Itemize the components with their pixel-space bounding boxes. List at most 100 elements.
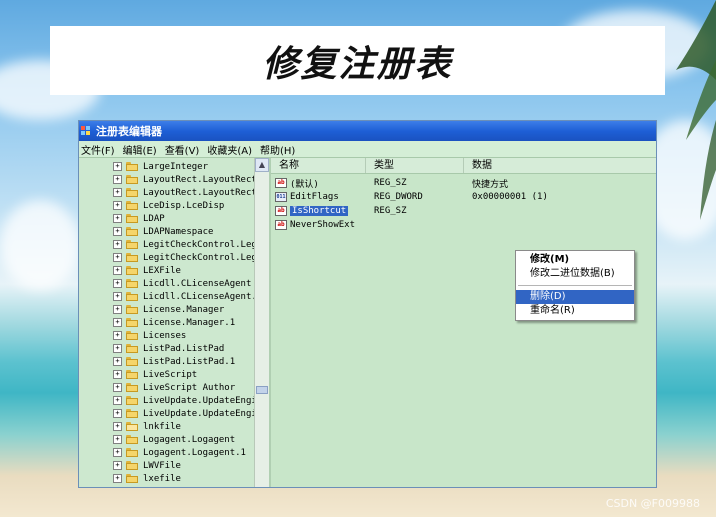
tree-item[interactable]: + Logagent.Logagent xyxy=(79,433,269,446)
expand-icon[interactable]: + xyxy=(113,331,122,340)
tree-item-label: LDAP xyxy=(143,213,165,224)
value-name: IsShortcut xyxy=(290,206,349,216)
tree-item-label: LegitCheckControl.Legit xyxy=(143,252,268,263)
context-item-rename[interactable]: 重命名(R) xyxy=(516,304,634,318)
tree-item[interactable]: + LiveScript Author xyxy=(79,381,269,394)
expand-icon[interactable]: + xyxy=(113,175,122,184)
expand-icon[interactable]: + xyxy=(113,305,122,314)
expand-icon[interactable]: + xyxy=(113,318,122,327)
tree-item[interactable]: + LiveScript xyxy=(79,368,269,381)
palm-leaves xyxy=(676,0,716,220)
tree-item-label: Licdll.CLicenseAgent xyxy=(143,278,252,289)
folder-icon xyxy=(126,175,138,184)
tree-item-label: LayoutRect.LayoutRect.1 xyxy=(143,187,268,198)
expand-icon[interactable]: + xyxy=(113,396,122,405)
expand-icon[interactable]: + xyxy=(113,344,122,353)
regedit-app-icon xyxy=(81,125,92,137)
expand-icon[interactable]: + xyxy=(113,201,122,210)
value-row[interactable]: ab IsShortcut REG_SZ xyxy=(271,204,656,218)
menu-bar: 文件(F) 编辑(E) 查看(V) 收藏夹(A) 帮助(H) xyxy=(79,141,656,158)
value-data: 快捷方式 xyxy=(472,179,509,190)
folder-icon xyxy=(126,201,138,210)
tree-item[interactable]: + ListPad.ListPad xyxy=(79,342,269,355)
tree-item[interactable]: + LiveUpdate.UpdateEngine xyxy=(79,394,269,407)
value-name: EditFlags xyxy=(290,192,339,202)
tree-item[interactable]: + LDAPNamespace xyxy=(79,225,269,238)
folder-icon xyxy=(126,253,138,262)
menu-edit[interactable]: 编辑(E) xyxy=(121,142,163,157)
value-name: (默认) xyxy=(290,179,319,190)
tree-item-label: License.Manager.1 xyxy=(143,317,236,328)
tree-item-label: Licdll.CLicenseAgent.1 xyxy=(143,291,263,302)
tree-item-label: Licenses xyxy=(143,330,187,341)
tree-item[interactable]: + Licdll.CLicenseAgent xyxy=(79,277,269,290)
tree-item[interactable]: + LayoutRect.LayoutRect xyxy=(79,173,269,186)
tree-item[interactable]: + ListPad.ListPad.1 xyxy=(79,355,269,368)
menu-favorites[interactable]: 收藏夹(A) xyxy=(205,142,258,157)
expand-icon[interactable]: + xyxy=(113,240,122,249)
folder-icon xyxy=(126,344,138,353)
scroll-up-icon[interactable]: ▲ xyxy=(255,158,269,172)
value-row[interactable]: ab (默认) REG_SZ 快捷方式 xyxy=(271,176,656,190)
expand-icon[interactable]: + xyxy=(113,357,122,366)
menu-file[interactable]: 文件(F) xyxy=(79,142,121,157)
expand-icon[interactable]: + xyxy=(113,253,122,262)
expand-icon[interactable]: + xyxy=(113,227,122,236)
tree-scrollbar[interactable]: ▲ xyxy=(254,158,269,487)
expand-icon[interactable]: + xyxy=(113,279,122,288)
string-value-icon: ab xyxy=(275,220,287,230)
folder-icon xyxy=(126,240,138,249)
tree-item[interactable]: + LegitCheckControl.Legit xyxy=(79,251,269,264)
folder-icon xyxy=(126,318,138,327)
context-menu: 修改(M) 修改二进位数据(B) 删除(D) 重命名(R) xyxy=(515,250,635,321)
expand-icon[interactable]: + xyxy=(113,448,122,457)
expand-icon[interactable]: + xyxy=(113,292,122,301)
column-header-name[interactable]: 名称 xyxy=(271,158,366,173)
tree-item[interactable]: + LEXFile xyxy=(79,264,269,277)
tree-item[interactable]: + LegitCheckControl.Legit xyxy=(79,238,269,251)
window-titlebar[interactable]: 注册表编辑器 xyxy=(79,121,656,141)
expand-icon[interactable]: + xyxy=(113,461,122,470)
binary-value-icon: 011 xyxy=(275,192,287,202)
menu-help[interactable]: 帮助(H) xyxy=(258,142,301,157)
tree-item[interactable]: + Licdll.CLicenseAgent.1 xyxy=(79,290,269,303)
context-item-modify-binary[interactable]: 修改二进位数据(B) xyxy=(516,267,634,281)
expand-icon[interactable]: + xyxy=(113,162,122,171)
expand-icon[interactable]: + xyxy=(113,370,122,379)
tree-item[interactable]: + LDAP xyxy=(79,212,269,225)
context-item-delete[interactable]: 删除(D) xyxy=(516,290,634,304)
expand-icon[interactable]: + xyxy=(113,422,122,431)
folder-icon xyxy=(126,448,138,457)
tree-item-label: ListPad.ListPad xyxy=(143,343,225,354)
tree-item[interactable]: + LargeInteger xyxy=(79,160,269,173)
expand-icon[interactable]: + xyxy=(113,266,122,275)
tree-item[interactable]: + Logagent.Logagent.1 xyxy=(79,446,269,459)
tree-item[interactable]: + LiveUpdate.UpdateEngine xyxy=(79,407,269,420)
tree-item[interactable]: + Licenses xyxy=(79,329,269,342)
tree-item[interactable]: + LayoutRect.LayoutRect.1 xyxy=(79,186,269,199)
value-type: REG_SZ xyxy=(374,206,407,216)
value-row[interactable]: 011 EditFlags REG_DWORD 0x00000001 (1) xyxy=(271,190,656,204)
panes: + LargeInteger + LayoutRect.LayoutRect + Layo… xyxy=(79,158,656,487)
expand-icon[interactable]: + xyxy=(113,435,122,444)
tree-item[interactable]: + License.Manager xyxy=(79,303,269,316)
tree-item[interactable]: + License.Manager.1 xyxy=(79,316,269,329)
value-row[interactable]: ab NeverShowExt xyxy=(271,218,656,232)
folder-icon xyxy=(126,279,138,288)
scroll-thumb[interactable] xyxy=(256,386,268,394)
tree-item[interactable]: + LceDisp.LceDisp xyxy=(79,199,269,212)
expand-icon[interactable]: + xyxy=(113,474,122,483)
expand-icon[interactable]: + xyxy=(113,383,122,392)
column-header-data[interactable]: 数据 xyxy=(464,158,656,173)
folder-icon xyxy=(126,227,138,236)
cloud xyxy=(0,200,80,290)
expand-icon[interactable]: + xyxy=(113,214,122,223)
tree-item[interactable]: + LWVFile xyxy=(79,459,269,472)
expand-icon[interactable]: + xyxy=(113,409,122,418)
menu-view[interactable]: 查看(V) xyxy=(163,142,206,157)
expand-icon[interactable]: + xyxy=(113,188,122,197)
context-item-modify[interactable]: 修改(M) xyxy=(516,253,634,267)
tree-item[interactable]: + lnkfile xyxy=(79,420,269,433)
tree-item[interactable]: + lxefile xyxy=(79,472,269,485)
column-header-type[interactable]: 类型 xyxy=(366,158,464,173)
